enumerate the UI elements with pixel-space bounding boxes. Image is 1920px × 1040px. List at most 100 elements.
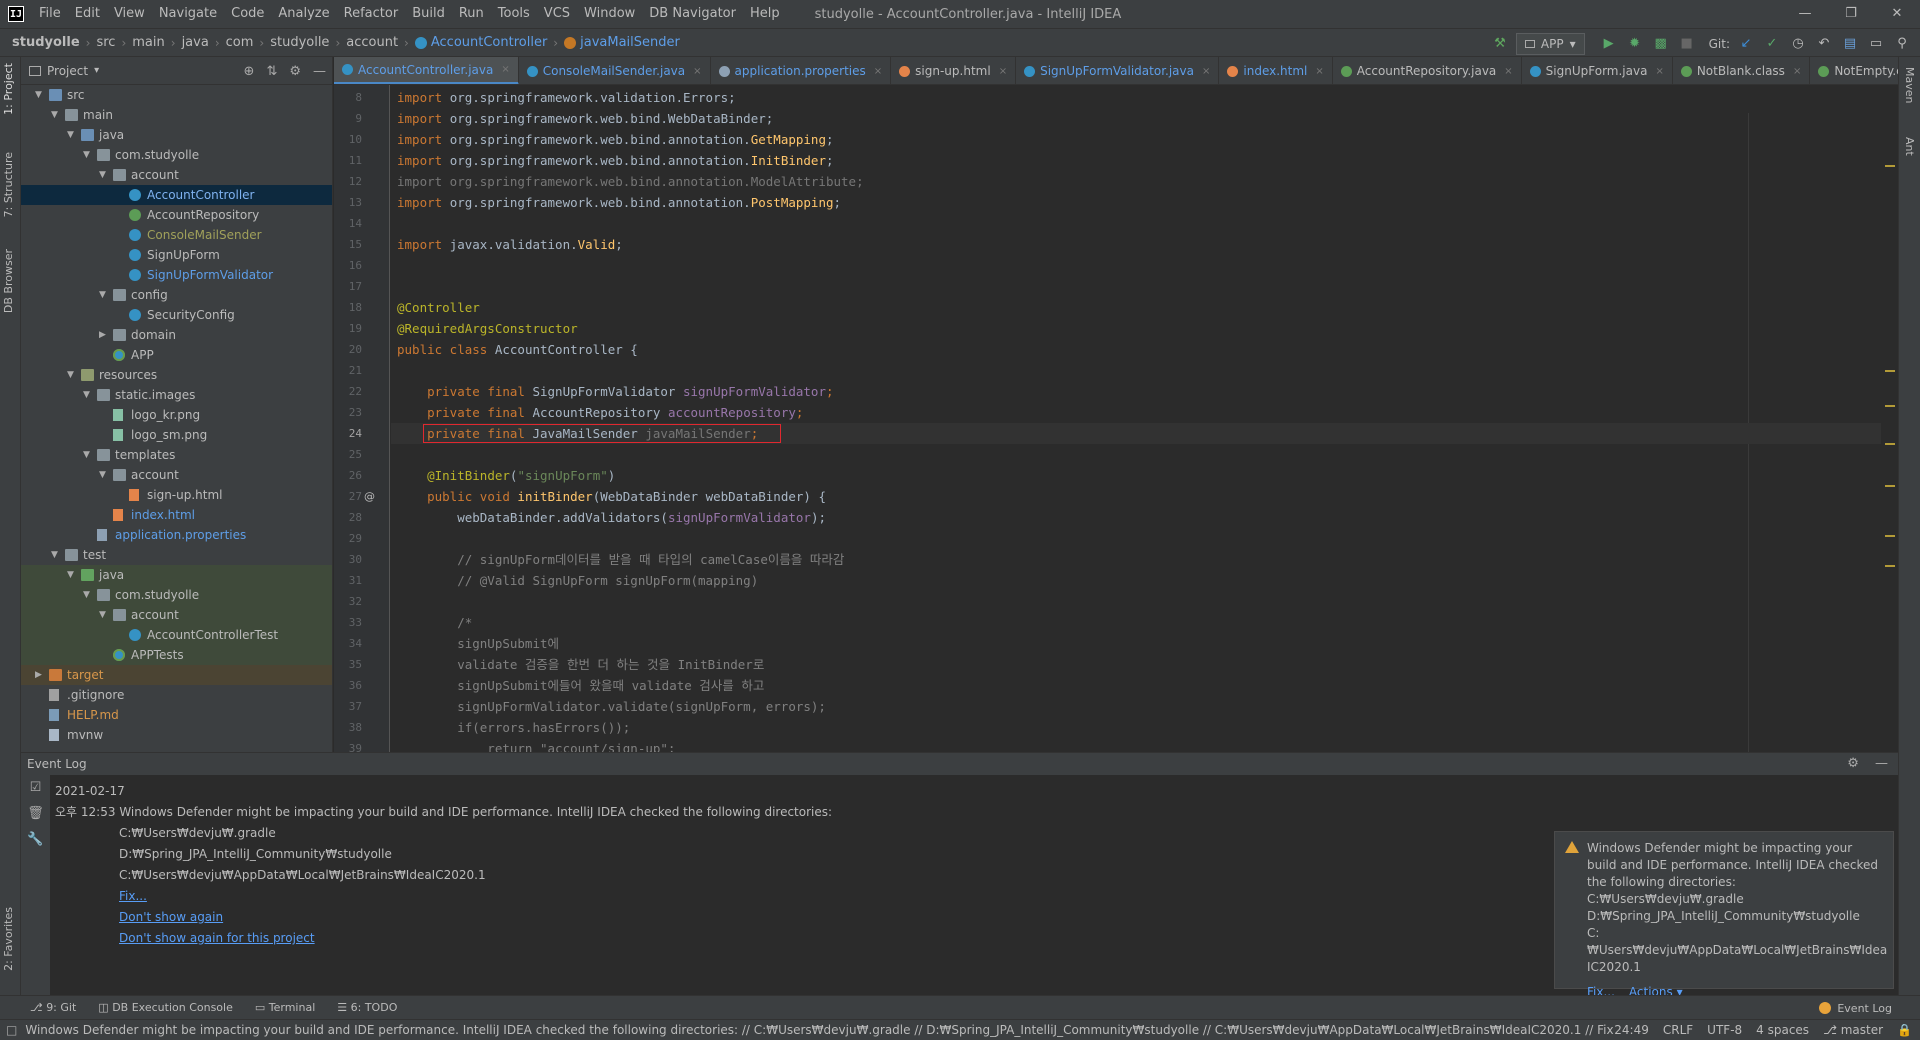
wrench-icon[interactable]: 🔧 (21, 827, 50, 853)
maximize-button[interactable]: ❐ (1828, 0, 1874, 28)
indent-setting[interactable]: 4 spaces (1756, 1023, 1809, 1037)
tree-item[interactable]: APP (21, 345, 332, 365)
dont-show-again-link[interactable]: Don't show again (119, 910, 223, 924)
fix-link[interactable]: Fix... (119, 889, 147, 903)
implementation-marker-icon[interactable]: @ (364, 486, 375, 507)
editor-tab[interactable]: NotBlank.class × (1673, 57, 1811, 84)
tree-item[interactable]: ▶ target (21, 665, 332, 685)
editor-tab[interactable]: AccountController.java × (334, 57, 519, 84)
warning-marker[interactable] (1885, 165, 1895, 167)
build-hammer-icon[interactable]: ⚒ (1490, 34, 1510, 54)
warning-marker[interactable] (1885, 405, 1895, 407)
tree-item[interactable]: AccountControllerTest (21, 625, 332, 645)
locate-file-icon[interactable]: ⊕ (244, 64, 255, 79)
tree-item[interactable]: ▼ config (21, 285, 332, 305)
menu-item-navigate[interactable]: Navigate (152, 0, 224, 28)
menu-item-edit[interactable]: Edit (68, 0, 107, 28)
chevron-down-icon[interactable]: ▼ (51, 105, 61, 125)
tree-item[interactable]: .gitignore (21, 685, 332, 705)
hide-panel-icon[interactable]: — (1875, 756, 1888, 771)
close-tab-icon[interactable]: × (693, 66, 701, 77)
chevron-down-icon[interactable]: ▼ (83, 145, 93, 165)
breadcrumb-item[interactable]: java (182, 35, 209, 50)
warning-marker[interactable] (1885, 535, 1895, 537)
tree-item[interactable]: ▼ test (21, 545, 332, 565)
git-rollback-icon[interactable]: ↶ (1814, 34, 1834, 54)
tree-item[interactable]: sign-up.html (21, 485, 332, 505)
hide-panel-icon[interactable]: — (313, 64, 326, 79)
minimize-button[interactable]: — (1782, 0, 1828, 28)
tree-item[interactable]: mvnw (21, 725, 332, 745)
close-tab-icon[interactable]: × (1655, 66, 1663, 77)
close-tab-icon[interactable]: × (1202, 66, 1210, 77)
menu-item-build[interactable]: Build (405, 0, 452, 28)
tool-db-console-button[interactable]: ◫ DB Execution Console (98, 1001, 233, 1014)
line-separator[interactable]: CRLF (1663, 1023, 1693, 1037)
project-structure-icon[interactable]: ▤ (1840, 34, 1860, 54)
menu-item-db-navigator[interactable]: DB Navigator (642, 0, 743, 28)
tree-item[interactable]: ▼ java (21, 125, 332, 145)
tree-item[interactable]: ▼ templates (21, 445, 332, 465)
tree-item[interactable]: ▼ account (21, 465, 332, 485)
status-message[interactable]: Windows Defender might be impacting your… (17, 1023, 1614, 1037)
chevron-down-icon[interactable]: ▼ (83, 445, 93, 465)
menu-item-file[interactable]: File (32, 0, 68, 28)
debug-icon[interactable]: ✹ (1625, 34, 1645, 54)
tree-item[interactable]: ConsoleMailSender (21, 225, 332, 245)
coverage-icon[interactable]: ▩ (1651, 34, 1671, 54)
warning-marker[interactable] (1885, 565, 1895, 567)
tool-tab-ant[interactable]: Ant (1903, 137, 1916, 156)
search-icon[interactable]: ⚲ (1892, 34, 1912, 54)
tree-item[interactable]: AccountController (21, 185, 332, 205)
tree-item[interactable]: ▼ account (21, 605, 332, 625)
gear-icon[interactable]: ⚙ (289, 64, 301, 79)
project-panel-title[interactable]: Project (47, 64, 88, 78)
tree-item[interactable]: SignUpForm (21, 245, 332, 265)
close-tab-icon[interactable]: × (501, 64, 509, 75)
chevron-down-icon[interactable]: ▼ (99, 465, 109, 485)
tree-item[interactable]: SecurityConfig (21, 305, 332, 325)
dont-show-again-project-link[interactable]: Don't show again for this project (119, 931, 315, 945)
editor-tab[interactable]: index.html × (1219, 57, 1333, 84)
breadcrumb-item[interactable]: main (132, 35, 164, 50)
chevron-down-icon[interactable]: ▼ (83, 385, 93, 405)
close-tab-icon[interactable]: × (1315, 66, 1323, 77)
menu-item-refactor[interactable]: Refactor (337, 0, 406, 28)
tool-tab-maven[interactable]: Maven (1903, 67, 1916, 103)
warning-marker[interactable] (1885, 443, 1895, 445)
breadcrumb-item[interactable]: account (346, 35, 398, 50)
lock-icon[interactable]: 🔒 (1897, 1023, 1912, 1037)
close-tab-icon[interactable]: × (999, 66, 1007, 77)
status-bar-toggle-icon[interactable]: □ (0, 1023, 17, 1037)
tree-item[interactable]: logo_sm.png (21, 425, 332, 445)
chevron-down-icon[interactable]: ▼ (99, 285, 109, 305)
close-button[interactable]: ✕ (1874, 0, 1920, 28)
tool-tab-project[interactable]: 1: Project (2, 63, 15, 115)
menu-item-tools[interactable]: Tools (491, 0, 537, 28)
breadcrumb-item[interactable]: AccountController (414, 35, 547, 50)
menu-item-run[interactable]: Run (452, 0, 491, 28)
file-encoding[interactable]: UTF-8 (1707, 1023, 1742, 1037)
chevron-down-icon[interactable]: ▼ (83, 585, 93, 605)
menu-item-view[interactable]: View (107, 0, 152, 28)
stop-icon[interactable]: ■ (1677, 34, 1697, 54)
editor-tab[interactable]: AccountRepository.java × (1333, 57, 1522, 84)
chevron-down-icon[interactable]: ▼ (67, 365, 77, 385)
close-tab-icon[interactable]: × (874, 66, 882, 77)
tool-tab-db-browser[interactable]: DB Browser (2, 249, 15, 313)
warning-marker[interactable] (1885, 370, 1895, 372)
gear-icon[interactable]: ⚙ (1847, 756, 1859, 771)
tree-item[interactable]: ▼ main (21, 105, 332, 125)
close-tab-icon[interactable]: × (1504, 66, 1512, 77)
tool-terminal-button[interactable]: ▭ Terminal (255, 1001, 315, 1014)
tool-tab-structure[interactable]: 7: Structure (2, 152, 15, 217)
breadcrumb-item[interactable]: com (226, 35, 254, 50)
editor-tab[interactable]: application.properties × (711, 57, 892, 84)
run-config-select[interactable]: APP ▾ (1515, 32, 1585, 55)
event-log-toggle[interactable]: Event Log (1819, 996, 1892, 1020)
editor-tab[interactable]: sign-up.html × (891, 57, 1017, 84)
editor-tab[interactable]: SignUpFormValidator.java × (1016, 57, 1220, 84)
git-history-icon[interactable]: ◷ (1788, 34, 1808, 54)
tree-item[interactable]: ▼ account (21, 165, 332, 185)
tree-item[interactable]: SignUpFormValidator (21, 265, 332, 285)
